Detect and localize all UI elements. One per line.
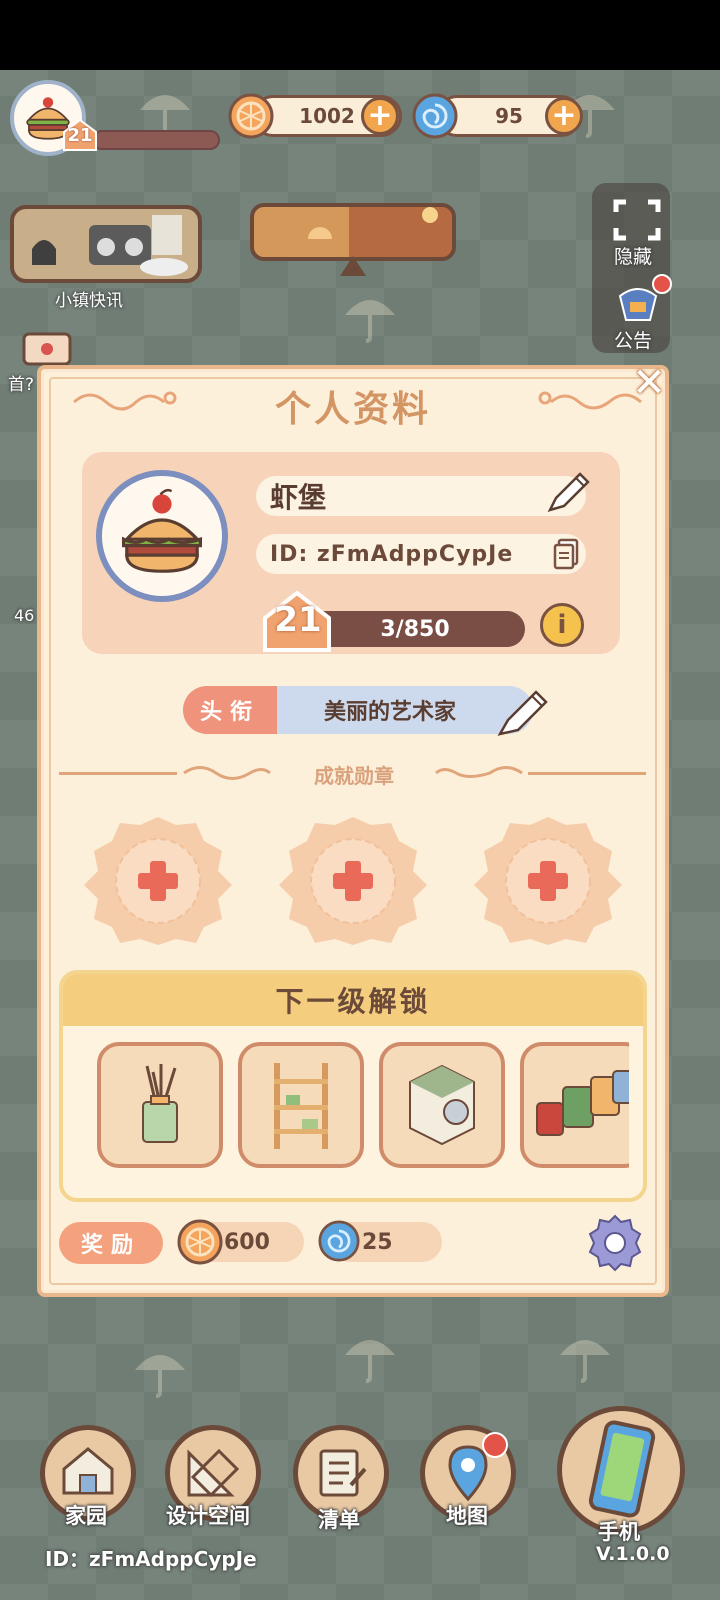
house-icon: [62, 1447, 114, 1495]
map-notification-dot: [482, 1432, 508, 1458]
reward-coins-value: 600: [224, 1229, 270, 1255]
gem-value: 95: [495, 104, 523, 128]
sun-weather-icon: [308, 207, 438, 239]
unlock-heading: 下一级解锁: [63, 974, 643, 1026]
umbrella-decor-icon: [135, 1355, 185, 1398]
radio-scene-icon: [32, 215, 188, 276]
unlock-item-slot[interactable]: [97, 1042, 223, 1168]
hide-ui-icon[interactable]: [612, 198, 662, 242]
notification-dot: [652, 274, 672, 294]
nav-design-label[interactable]: 设计空间: [166, 1500, 250, 1530]
umbrella-decor-icon: [560, 1340, 610, 1383]
nav-phone-button[interactable]: [557, 1406, 685, 1534]
xp-progress-bar: 3/850: [305, 611, 525, 647]
level-info-button[interactable]: i: [540, 603, 584, 647]
reward-gems-value: 25: [362, 1229, 393, 1255]
hide-ui-label[interactable]: 隐藏: [614, 242, 652, 269]
reed-diffuser-icon: [142, 1064, 178, 1143]
name-field: 虾堡: [256, 476, 586, 516]
nav-map-label[interactable]: 地图: [446, 1500, 488, 1530]
swirl-gem-icon: [412, 93, 458, 139]
next-level-unlock-panel: 下一级解锁: [59, 970, 647, 1202]
info-icon: i: [557, 610, 567, 640]
add-gems-button[interactable]: +: [545, 97, 583, 135]
divider-ornament-right: [435, 766, 523, 778]
washing-machine-icon: [409, 1064, 475, 1146]
reward-label: 奖励: [59, 1222, 163, 1264]
coin-icon: [228, 93, 274, 139]
unlock-item-slot[interactable]: [520, 1042, 629, 1168]
town-news-label: 小镇快讯: [55, 291, 123, 311]
nav-home-label[interactable]: 家园: [65, 1500, 107, 1530]
level-number: 21: [67, 125, 93, 146]
burger-avatar-icon: [122, 488, 202, 573]
title-tag-label: 头衔: [183, 686, 277, 734]
weather-time-pointer: [340, 256, 366, 276]
divider-ornament-left: [183, 766, 271, 780]
title-tag: 头衔 美丽的艺术家: [183, 686, 533, 734]
side-left-count: 46: [14, 606, 35, 625]
edit-title-pencil-icon[interactable]: [496, 688, 550, 738]
achievement-slot-1[interactable]: [80, 815, 236, 945]
add-coins-button[interactable]: +: [361, 97, 399, 135]
achievement-divider-right: [528, 772, 646, 775]
coin-value: 1002: [299, 104, 355, 128]
profile-avatar[interactable]: [96, 470, 228, 602]
player-id-field: ID: zFmAdppCypJe: [256, 534, 586, 574]
achievement-slot-2[interactable]: [275, 815, 431, 945]
town-news-button[interactable]: [10, 205, 202, 283]
nav-list-label[interactable]: 清单: [318, 1504, 360, 1534]
profile-level-number: 21: [274, 600, 322, 640]
status-bar: [0, 0, 720, 70]
ruler-design-icon: [187, 1448, 240, 1498]
player-name: 虾堡: [270, 481, 327, 514]
phone-icon: [588, 1420, 656, 1518]
umbrella-decor-icon: [345, 1340, 395, 1383]
spice-jars-icon: [536, 1070, 629, 1136]
level-progress-bar: [92, 130, 220, 150]
unlock-item-slot[interactable]: [379, 1042, 505, 1168]
version-label: V.1.0.0: [596, 1543, 670, 1565]
wooden-shelf-icon: [274, 1063, 328, 1149]
achievement-slot-3[interactable]: [470, 815, 626, 945]
side-left-label[interactable]: 首?: [8, 370, 34, 395]
achievement-divider-left: [59, 772, 177, 775]
umbrella-decor-icon: [345, 300, 395, 343]
unlock-item-slot[interactable]: [238, 1042, 364, 1168]
swirl-gem-icon: [318, 1220, 360, 1262]
weather-indicator[interactable]: [250, 203, 456, 261]
coin-icon: [177, 1219, 223, 1265]
footer-player-id: ID：zFmAdppCypJe: [45, 1547, 257, 1571]
unlock-items-row[interactable]: [97, 1040, 629, 1170]
title-ornament-right: [538, 391, 642, 410]
copy-id-icon[interactable]: [553, 538, 579, 570]
nav-phone-label[interactable]: 手机: [598, 1516, 640, 1546]
edit-name-pencil-icon[interactable]: [546, 470, 592, 514]
checklist-icon: [319, 1449, 367, 1497]
title-ornament-left: [73, 391, 177, 411]
achievements-label: 成就勋章: [314, 764, 394, 788]
modal-title: 个人资料: [274, 389, 431, 430]
title-tag-value: 美丽的艺术家: [323, 700, 456, 725]
xp-progress-text: 3/850: [380, 616, 450, 642]
player-id: ID: zFmAdppCypJe: [270, 541, 514, 567]
announcement-label[interactable]: 公告: [614, 326, 652, 353]
settings-gear-icon[interactable]: [586, 1214, 644, 1272]
mail-icon[interactable]: [22, 330, 72, 368]
